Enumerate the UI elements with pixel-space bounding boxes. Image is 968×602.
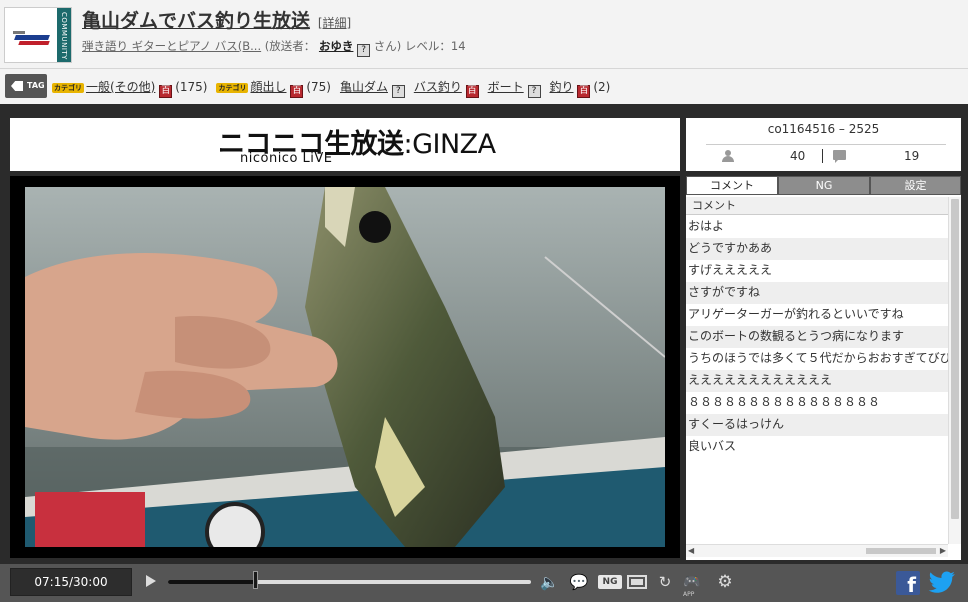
panel-tabs: コメント NG 設定 (686, 176, 961, 195)
comment-count-icon (833, 150, 846, 163)
twitter-icon[interactable] (928, 571, 956, 595)
tag-item: バス釣り 百 (414, 78, 479, 98)
comment-panel: コメント NG 設定 コメント おはよ どうですかああ すげえええええ さすがですねア… (686, 176, 961, 560)
encyclopedia-icon[interactable]: 百 (290, 85, 304, 98)
horizontal-scrollbar[interactable]: ◀ ▶ (686, 544, 948, 557)
comment-row[interactable]: すくーるはっけん (686, 414, 948, 436)
detail-link[interactable]: [詳細] (318, 16, 351, 30)
broadcast-info: 弾き語り ギターとピアノ バス(B... (放送者： おゆき ? さん) レベル… (82, 38, 466, 57)
community-thumbnail[interactable]: COMMUNITY (4, 7, 72, 63)
comment-count: 19 (904, 149, 920, 163)
tag-bar: TAG カテゴリ 一般(その他) 百 (175) カテゴリ 顔出し 百 (75) 亀山ダム … (0, 68, 968, 104)
encyclopedia-icon[interactable]: 百 (577, 85, 591, 98)
vertical-scrollbar-thumb[interactable] (951, 199, 959, 519)
gear-icon[interactable]: ⚙ (713, 572, 737, 592)
ng-setting-icon[interactable]: NG (598, 575, 622, 589)
reload-icon[interactable]: ↻ (656, 572, 674, 592)
community-id: co1164516 – 2525 (767, 122, 880, 136)
comment-row[interactable]: ええええええええええええ (686, 370, 948, 392)
no-article-icon[interactable]: ? (391, 85, 405, 98)
screen-size-icon[interactable] (627, 575, 647, 589)
comment-row[interactable]: アリゲーターガーが釣れるといいですね (686, 304, 948, 326)
comment-toggle-icon[interactable]: 💬 (568, 572, 590, 592)
tab-comment[interactable]: コメント (686, 176, 778, 195)
tag-link[interactable]: 釣り (550, 80, 574, 94)
tag-link[interactable]: 顔出し (250, 80, 286, 94)
comment-row[interactable]: うちのほうでは多くて５代だからおおすぎてびびる (686, 348, 948, 370)
stats-divider (822, 149, 823, 163)
facebook-icon[interactable]: f (896, 571, 920, 597)
comment-row[interactable]: すげえええええ (686, 260, 948, 282)
viewer-icon (722, 150, 734, 162)
scroll-left-arrow-icon[interactable]: ◀ (688, 546, 694, 555)
comment-column-header[interactable]: コメント (686, 197, 948, 215)
tab-ng[interactable]: NG (778, 176, 870, 195)
seek-handle[interactable] (252, 571, 258, 589)
broadcast-header: COMMUNITY 亀山ダムでバス釣り生放送 [詳細] 弾き語り ギターとピアノ… (0, 0, 968, 68)
tag-link[interactable]: 一般(その他) (86, 80, 155, 94)
tag-count: (2) (593, 80, 611, 94)
tag-item: カテゴリ 顔出し 百 (75) (216, 78, 331, 98)
community-badge: COMMUNITY (57, 8, 71, 62)
tag-icon (11, 81, 23, 91)
broadcaster-label: (放送者： (264, 39, 316, 53)
comment-row[interactable]: おはよ (686, 216, 948, 238)
stats-panel: co1164516 – 2525 40 19 (686, 118, 961, 171)
tag-item: カテゴリ 一般(その他) 百 (175) (52, 78, 207, 98)
tag-item: 亀山ダム ? (340, 78, 405, 98)
video-frame (25, 187, 665, 547)
stats-row: 40 19 (686, 144, 961, 166)
comment-row[interactable]: さすがですね (686, 282, 948, 304)
app-label: APP (683, 591, 695, 598)
tag-link[interactable]: ボート (488, 80, 524, 94)
broadcast-title[interactable]: 亀山ダムでバス釣り生放送 (82, 10, 310, 32)
comment-row[interactable]: 良いバス (686, 436, 948, 458)
gamepad-app-icon[interactable]: 🎮 (682, 572, 702, 592)
player-banner: ニコニコ生放送:GINZA niconico LiVE (10, 118, 680, 171)
nicolive-sublogo: niconico LiVE (240, 151, 333, 166)
viewer-count: 40 (790, 149, 806, 163)
community-name-link[interactable]: 弾き語り ギターとピアノ バス(B... (82, 39, 261, 53)
tag-item: 釣り 百 (2) (550, 78, 611, 98)
horizontal-scrollbar-thumb[interactable] (866, 548, 936, 554)
tag-list: カテゴリ 一般(その他) 百 (175) カテゴリ 顔出し 百 (75) 亀山ダム ? バス釣… (52, 78, 619, 98)
volume-icon[interactable]: 🔈 (540, 572, 559, 592)
level-label: レベル：14 (404, 39, 466, 53)
tag-count: (75) (306, 80, 331, 94)
play-button[interactable] (146, 575, 156, 587)
no-article-icon[interactable]: ? (527, 85, 541, 98)
vertical-scrollbar[interactable] (948, 197, 961, 544)
tag-label: TAG (5, 74, 47, 98)
video-player[interactable] (10, 176, 680, 558)
comment-row[interactable]: このボートの数観るとうつ病になります (686, 326, 948, 348)
comment-row[interactable]: ８８８８８８８８８８８８８８８８ (686, 392, 948, 414)
category-badge: カテゴリ (52, 83, 84, 93)
category-badge: カテゴリ (216, 83, 249, 93)
time-display: 07:15/30:00 (10, 568, 132, 596)
tag-item: ボート ? (488, 78, 541, 98)
encyclopedia-icon[interactable]: 百 (159, 85, 173, 98)
title-row: 亀山ダムでバス釣り生放送 [詳細] (82, 6, 351, 33)
comment-row[interactable]: どうですかああ (686, 238, 948, 260)
tag-link[interactable]: バス釣り (414, 80, 462, 94)
broadcaster-name[interactable]: おゆき (319, 39, 354, 53)
broadcaster-suffix: さん) (373, 39, 402, 53)
seek-bar[interactable] (168, 580, 531, 584)
tag-count: (175) (175, 80, 208, 94)
scroll-right-arrow-icon[interactable]: ▶ (940, 546, 946, 555)
control-bar: 07:15/30:00 🔈 💬 NG ↻ 🎮 APP ⚙ f (0, 564, 968, 602)
comment-list[interactable]: おはよ どうですかああ すげえええええ さすがですね アリゲーターガーが釣れるといいです… (686, 216, 948, 544)
encyclopedia-icon[interactable]: 百 (465, 85, 479, 98)
broadcaster-profile-icon[interactable]: ? (357, 44, 371, 57)
community-logo (9, 13, 57, 59)
tag-link[interactable]: 亀山ダム (340, 80, 388, 94)
tab-settings[interactable]: 設定 (870, 176, 961, 195)
seek-bar-progress (168, 580, 256, 584)
